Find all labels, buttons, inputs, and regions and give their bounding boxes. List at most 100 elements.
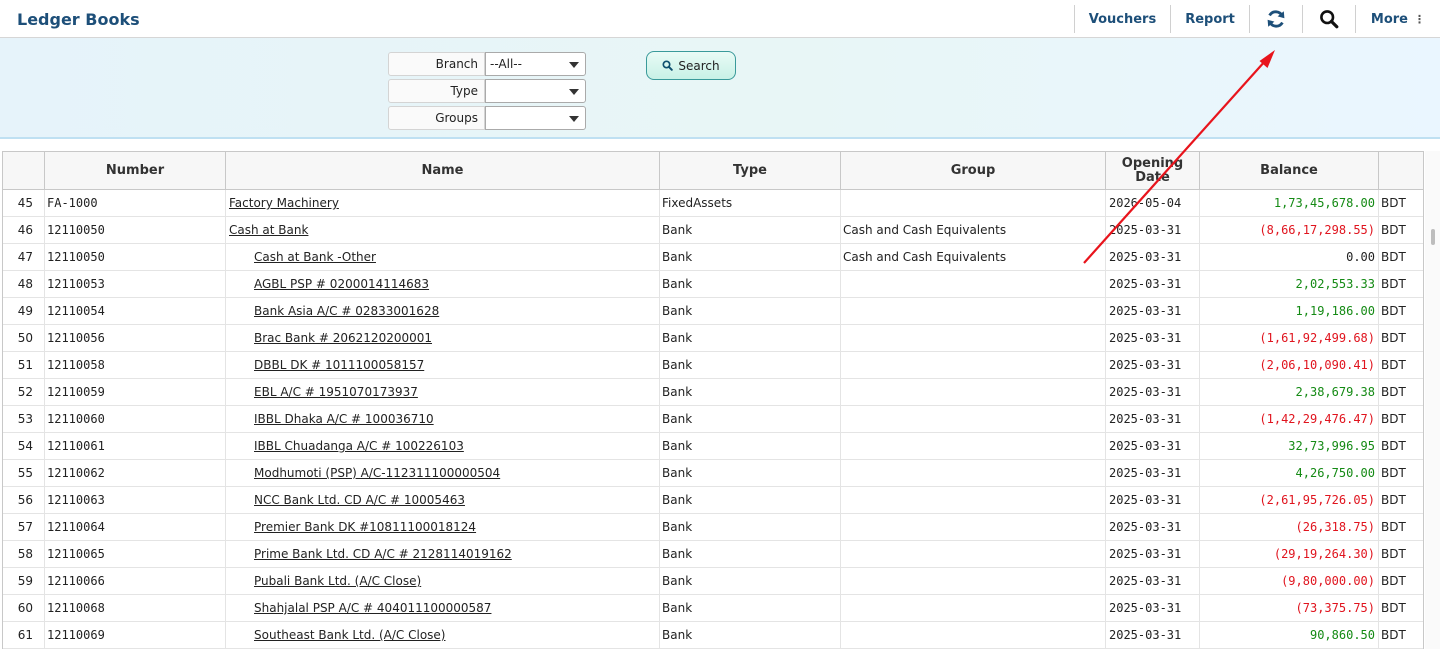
header-number[interactable]: Number [45, 152, 226, 190]
opening-date: 2025-03-31 [1106, 595, 1200, 622]
account-number: 12110053 [45, 271, 226, 298]
chevron-down-icon [569, 116, 579, 122]
table-row[interactable]: 50 12110056 Brac Bank # 2062120200001 Bank 2… [3, 325, 1423, 352]
opening-date: 2025-03-31 [1106, 406, 1200, 433]
table-row[interactable]: 47 12110050 Cash at Bank -Other Bank Cash an… [3, 244, 1423, 271]
search-icon [662, 60, 674, 71]
account-name-cell: Brac Bank # 2062120200001 [226, 325, 660, 352]
account-name-link[interactable]: Cash at Bank [229, 223, 308, 237]
row-index: 51 [3, 352, 45, 379]
table-row[interactable]: 56 12110063 NCC Bank Ltd. CD A/C # 1000546… [3, 487, 1423, 514]
report-button[interactable]: Report [1170, 5, 1249, 33]
row-index: 59 [3, 568, 45, 595]
currency-code: BDT [1381, 493, 1406, 507]
table-row[interactable]: 54 12110061 IBBL Chuadanga A/C # 100226103… [3, 433, 1423, 460]
more-menu-button[interactable]: More ⋮ [1354, 5, 1440, 33]
table-row[interactable]: 53 12110060 IBBL Dhaka A/C # 100036710 Bank… [3, 406, 1423, 433]
account-number: 12110063 [45, 487, 226, 514]
account-name-link[interactable]: IBBL Chuadanga A/C # 100226103 [254, 439, 464, 453]
account-type: Bank [660, 622, 841, 649]
row-index: 58 [3, 541, 45, 568]
balance-value: (73,375.75) [1200, 595, 1379, 622]
account-name-link[interactable]: Shahjalal PSP A/C # 404011100000587 [254, 601, 491, 615]
account-name-link[interactable]: Pubali Bank Ltd. (A/C Close) [254, 574, 421, 588]
account-type: Bank [660, 595, 841, 622]
account-name-link[interactable]: DBBL DK # 1011100058157 [254, 358, 424, 372]
account-group [841, 514, 1106, 541]
account-number: 12110065 [45, 541, 226, 568]
table-row[interactable]: 60 12110068 Shahjalal PSP A/C # 4040111000… [3, 595, 1423, 622]
table-row[interactable]: 55 12110062 Modhumoti (PSP) A/C-1123111000… [3, 460, 1423, 487]
header-balance[interactable]: Balance [1200, 152, 1379, 190]
account-number: 12110056 [45, 325, 226, 352]
account-name-link[interactable]: Modhumoti (PSP) A/C-112311100000504 [254, 466, 500, 480]
header-index [3, 152, 45, 190]
account-name-link[interactable]: NCC Bank Ltd. CD A/C # 10005463 [254, 493, 465, 507]
search-nav-button[interactable] [1301, 5, 1355, 33]
account-name-link[interactable]: IBBL Dhaka A/C # 100036710 [254, 412, 434, 426]
row-index: 55 [3, 460, 45, 487]
account-name-link[interactable]: Brac Bank # 2062120200001 [254, 331, 432, 345]
account-name-link[interactable]: Prime Bank Ltd. CD A/C # 2128114019162 [254, 547, 512, 561]
account-type: Bank [660, 541, 841, 568]
account-name-link[interactable]: AGBL PSP # 0200014114683 [254, 277, 429, 291]
opening-date: 2025-03-31 [1106, 622, 1200, 649]
account-name-cell: NCC Bank Ltd. CD A/C # 10005463 [226, 487, 660, 514]
table-row[interactable]: 61 12110069 Southeast Bank Ltd. (A/C Close… [3, 622, 1423, 649]
balance-value: 4,26,750.00 [1200, 460, 1379, 487]
currency-code: BDT [1381, 547, 1406, 561]
account-number: 12110061 [45, 433, 226, 460]
account-group [841, 487, 1106, 514]
account-name-link[interactable]: Premier Bank DK #10811100018124 [254, 520, 476, 534]
table-row[interactable]: 46 12110050 Cash at Bank Bank Cash and Cash … [3, 217, 1423, 244]
type-select[interactable] [485, 79, 586, 103]
table-row[interactable]: 52 12110059 EBL A/C # 1951070173937 Bank 202… [3, 379, 1423, 406]
account-name-link[interactable]: Southeast Bank Ltd. (A/C Close) [254, 628, 445, 642]
scrollbar-thumb[interactable] [1431, 229, 1435, 245]
header-type[interactable]: Type [660, 152, 841, 190]
account-type: Bank [660, 325, 841, 352]
account-number: 12110066 [45, 568, 226, 595]
balance-value: (9,80,000.00) [1200, 568, 1379, 595]
account-group [841, 568, 1106, 595]
more-label: More [1370, 11, 1408, 27]
account-number: 12110069 [45, 622, 226, 649]
account-type: Bank [660, 244, 841, 271]
account-group [841, 298, 1106, 325]
table-row[interactable]: 59 12110066 Pubali Bank Ltd. (A/C Close) Ba… [3, 568, 1423, 595]
balance-value: 0.00 [1200, 244, 1379, 271]
vertical-scrollbar[interactable] [1425, 151, 1440, 649]
account-name-cell: Premier Bank DK #10811100018124 [226, 514, 660, 541]
refresh-button[interactable] [1248, 5, 1302, 33]
account-number: 12110050 [45, 244, 226, 271]
opening-date: 2026-05-04 [1106, 190, 1200, 217]
currency-code: BDT [1381, 412, 1406, 426]
opening-date: 2025-03-31 [1106, 298, 1200, 325]
account-name-link[interactable]: Factory Machinery [229, 196, 339, 210]
currency-code: BDT [1381, 520, 1406, 534]
account-name-link[interactable]: EBL A/C # 1951070173937 [254, 385, 418, 399]
groups-select[interactable] [485, 106, 586, 130]
table-row[interactable]: 58 12110065 Prime Bank Ltd. CD A/C # 21281… [3, 541, 1423, 568]
search-button[interactable]: Search [646, 51, 736, 80]
account-name-link[interactable]: Cash at Bank -Other [254, 250, 376, 264]
header-name[interactable]: Name [226, 152, 660, 190]
header-group[interactable]: Group [841, 152, 1106, 190]
table-row[interactable]: 57 12110064 Premier Bank DK #1081110001812… [3, 514, 1423, 541]
account-number: 12110058 [45, 352, 226, 379]
table-row[interactable]: 45 FA-1000 Factory Machinery FixedAssets 202… [3, 190, 1423, 217]
account-name-link[interactable]: Bank Asia A/C # 02833001628 [254, 304, 439, 318]
account-name-cell: Cash at Bank [226, 217, 660, 244]
opening-date: 2025-03-31 [1106, 541, 1200, 568]
row-index: 57 [3, 514, 45, 541]
header-opening-date[interactable]: Opening Date [1106, 152, 1200, 190]
vouchers-button[interactable]: Vouchers [1073, 5, 1170, 33]
opening-date: 2025-03-31 [1106, 325, 1200, 352]
account-type: Bank [660, 217, 841, 244]
currency-code: BDT [1381, 628, 1406, 642]
table-row[interactable]: 49 12110054 Bank Asia A/C # 02833001628 Ban… [3, 298, 1423, 325]
table-row[interactable]: 48 12110053 AGBL PSP # 0200014114683 Bank 20… [3, 271, 1423, 298]
row-index: 53 [3, 406, 45, 433]
table-row[interactable]: 51 12110058 DBBL DK # 1011100058157 Bank 202… [3, 352, 1423, 379]
branch-select[interactable]: --All-- [485, 52, 586, 76]
